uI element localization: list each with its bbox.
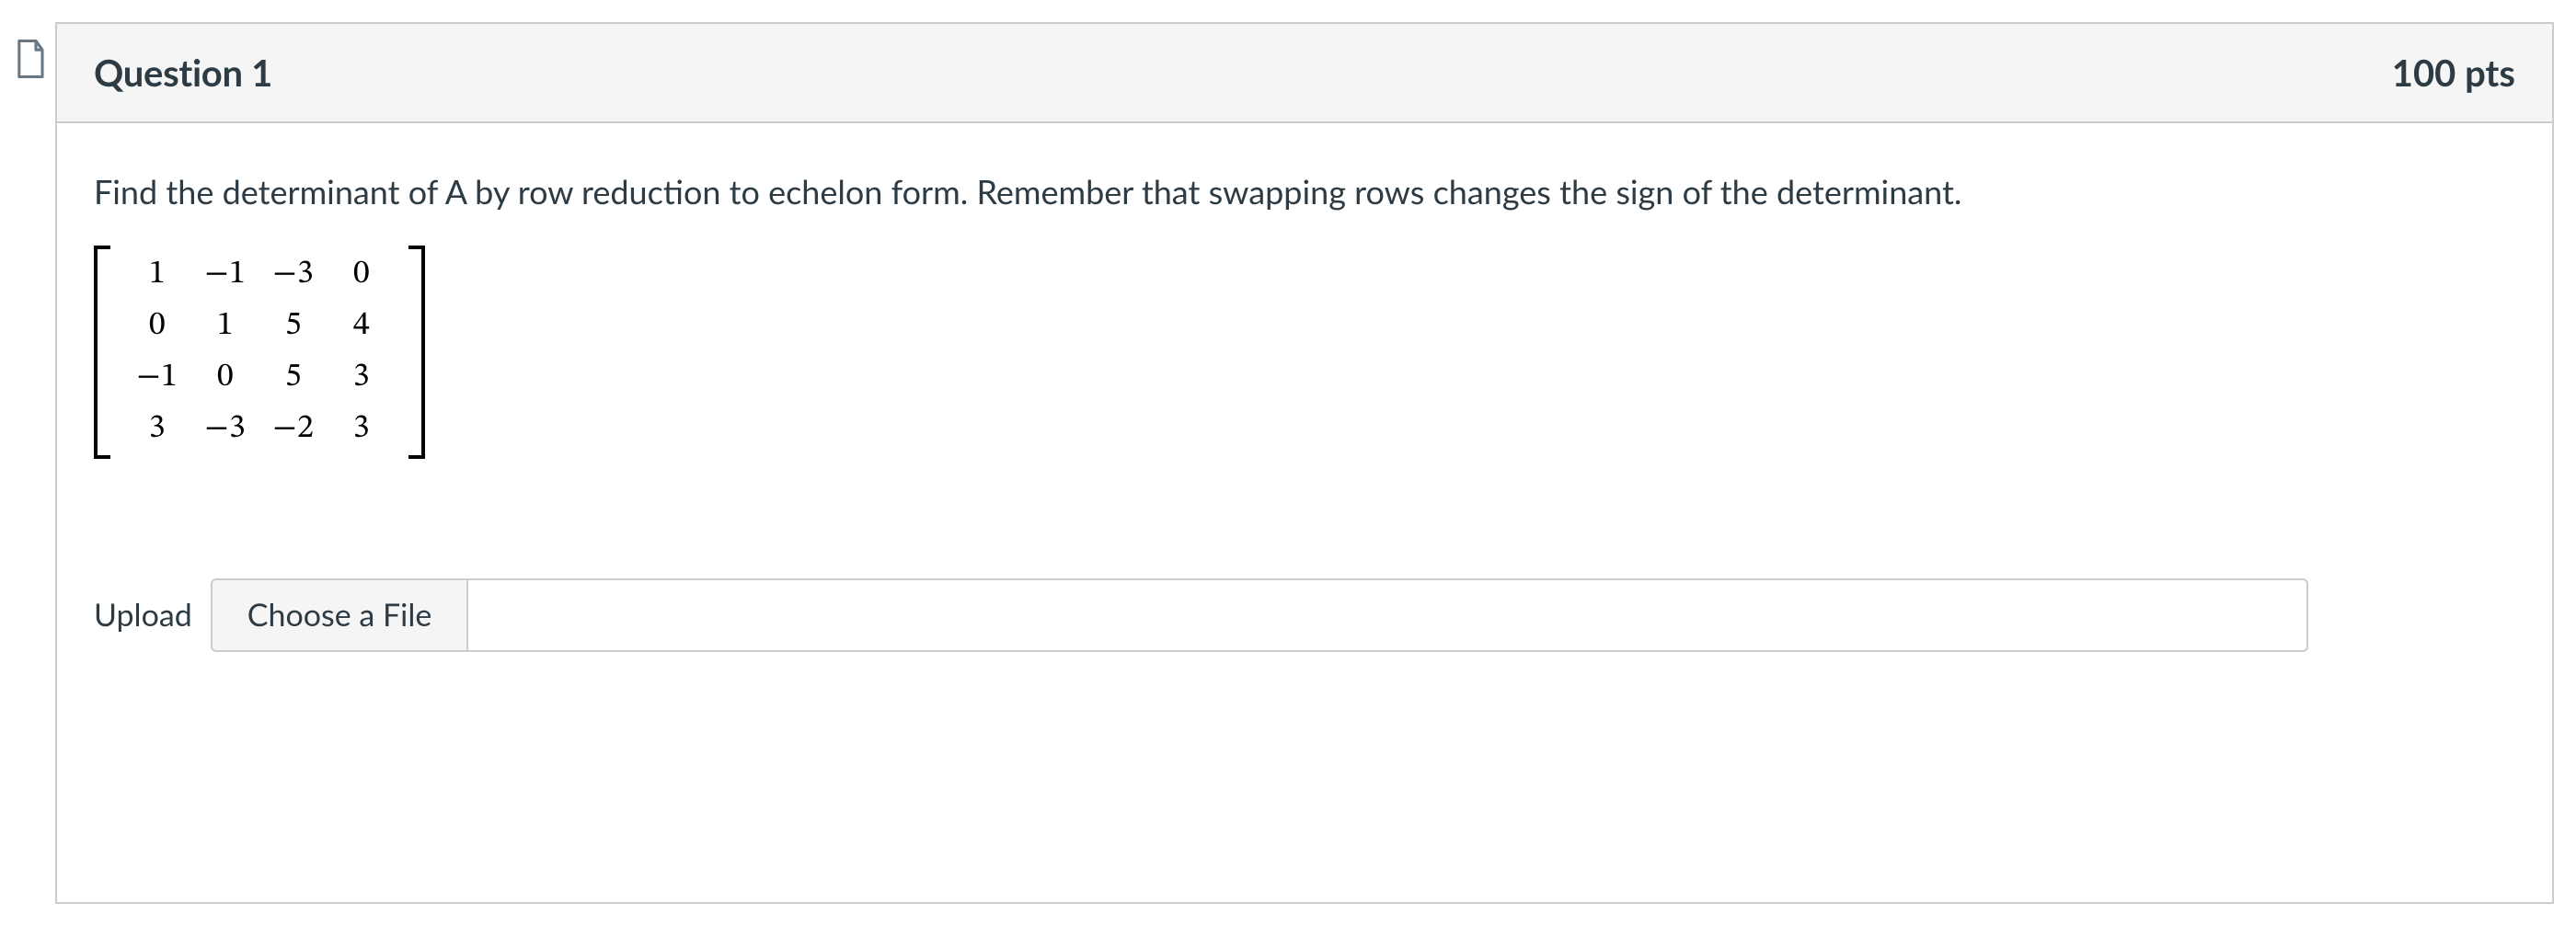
matrix-cell: 0: [353, 254, 370, 295]
matrix-cell: 3: [149, 408, 166, 450]
matrix-cell: 1: [149, 254, 166, 295]
matrix-cell: 1: [217, 305, 234, 347]
matrix-cell: 0: [217, 357, 234, 398]
matrix-cell: 4: [353, 305, 370, 347]
quiz-question-page: Question 1 100 pts Find the determinant …: [0, 0, 2576, 926]
upload-row: Upload Choose a File: [94, 578, 2515, 652]
matrix-cell: 0: [149, 305, 166, 347]
matrix-left-bracket: [94, 246, 110, 459]
question-body: Find the determinant of A by row reducti…: [57, 123, 2552, 902]
matrix-A: 1 −1 −3 0 0 1 5 4 −1 0 5 3 3 −3 −2 3: [94, 246, 425, 459]
matrix-cell: −2: [273, 408, 315, 450]
question-header: Question 1 100 pts: [57, 24, 2552, 123]
matrix-cell: −3: [205, 408, 247, 450]
question-prompt: Find the determinant of A by row reducti…: [94, 169, 2515, 214]
matrix-cell: 5: [285, 305, 302, 347]
matrix-cell: 3: [353, 408, 370, 450]
matrix-cell: −1: [137, 357, 178, 398]
upload-label: Upload: [94, 596, 192, 634]
selected-filename: [468, 580, 2306, 650]
choose-file-button[interactable]: Choose a File: [213, 580, 469, 650]
matrix-right-bracket: [408, 246, 425, 459]
matrix-cell: −3: [273, 254, 315, 295]
question-points: 100 pts: [2392, 51, 2515, 95]
matrix-cell: −1: [205, 254, 247, 295]
matrix-cell: 5: [285, 357, 302, 398]
matrix-cell: 3: [353, 357, 370, 398]
flag-question-icon[interactable]: [14, 40, 45, 78]
file-picker[interactable]: Choose a File: [211, 578, 2308, 652]
question-panel: Question 1 100 pts Find the determinant …: [55, 22, 2554, 904]
matrix-grid: 1 −1 −3 0 0 1 5 4 −1 0 5 3 3 −3 −2 3: [110, 246, 408, 459]
question-title: Question 1: [94, 51, 272, 95]
